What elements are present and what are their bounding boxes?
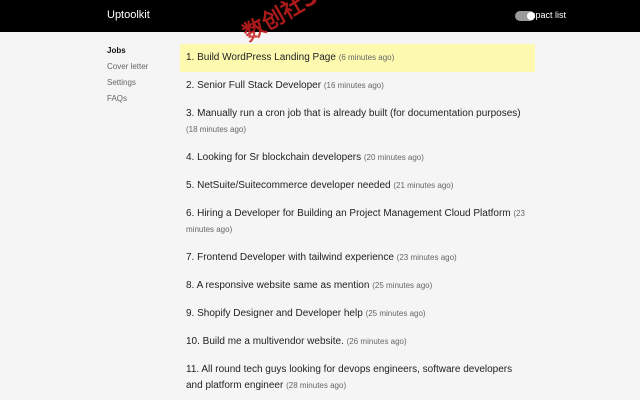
compact-list-toggle[interactable] xyxy=(515,11,535,21)
job-title[interactable]: 5. NetSuite/Suitecommerce developer need… xyxy=(186,180,391,191)
job-title[interactable]: 6. Hiring a Developer for Building an Pr… xyxy=(186,208,511,219)
job-item[interactable]: 2. Senior Full Stack Developer (16 minut… xyxy=(180,72,535,100)
job-time: (25 minutes ago) xyxy=(372,281,433,290)
sidebar-item-cover-letter[interactable]: Cover letter xyxy=(107,62,148,78)
job-title[interactable]: 10. Build me a multivendor website. xyxy=(186,336,344,347)
job-time: (23 minutes ago) xyxy=(396,253,457,262)
job-time: (25 minutes ago) xyxy=(365,309,426,318)
job-time: (20 minutes ago) xyxy=(363,153,424,162)
sidebar-item-jobs[interactable]: Jobs xyxy=(107,46,148,62)
job-item[interactable]: 1. Build WordPress Landing Page (6 minut… xyxy=(180,44,535,72)
brand-logo[interactable]: Uptoolkit xyxy=(107,9,150,21)
job-item[interactable]: 5. NetSuite/Suitecommerce developer need… xyxy=(180,172,535,200)
sidebar-item-settings[interactable]: Settings xyxy=(107,78,148,94)
job-item[interactable]: 8. A responsive website same as mention … xyxy=(180,272,535,300)
job-title[interactable]: 8. A responsive website same as mention xyxy=(186,280,369,291)
job-item[interactable]: 3. Manually run a cron job that is alrea… xyxy=(180,100,535,144)
job-item[interactable]: 9. Shopify Designer and Developer help (… xyxy=(180,300,535,328)
job-title[interactable]: 2. Senior Full Stack Developer xyxy=(186,80,321,91)
job-title[interactable]: 9. Shopify Designer and Developer help xyxy=(186,308,363,319)
job-item[interactable]: 11. All round tech guys looking for devo… xyxy=(180,356,535,400)
job-time: (18 minutes ago) xyxy=(186,125,247,134)
job-item[interactable]: 4. Looking for Sr blockchain developers … xyxy=(180,144,535,172)
sidebar-item-faqs[interactable]: FAQs xyxy=(107,94,148,110)
job-title[interactable]: 3. Manually run a cron job that is alrea… xyxy=(186,108,521,119)
job-time: (21 minutes ago) xyxy=(393,181,454,190)
job-list: 1. Build WordPress Landing Page (6 minut… xyxy=(180,44,535,400)
job-item[interactable]: 10. Build me a multivendor website. (26 … xyxy=(180,328,535,356)
sidebar: Jobs Cover letter Settings FAQs xyxy=(107,46,148,110)
toggle-knob xyxy=(527,12,535,20)
job-time: (16 minutes ago) xyxy=(323,81,384,90)
job-title[interactable]: 11. All round tech guys looking for devo… xyxy=(186,364,512,391)
job-title[interactable]: 7. Frontend Developer with tailwind expe… xyxy=(186,252,394,263)
job-item[interactable]: 7. Frontend Developer with tailwind expe… xyxy=(180,244,535,272)
job-item[interactable]: 6. Hiring a Developer for Building an Pr… xyxy=(180,200,535,244)
job-time: (28 minutes ago) xyxy=(286,381,347,390)
job-time: (26 minutes ago) xyxy=(346,337,407,346)
job-title[interactable]: 4. Looking for Sr blockchain developers xyxy=(186,152,361,163)
job-title[interactable]: 1. Build WordPress Landing Page xyxy=(186,52,336,63)
job-time: (6 minutes ago) xyxy=(338,53,395,62)
